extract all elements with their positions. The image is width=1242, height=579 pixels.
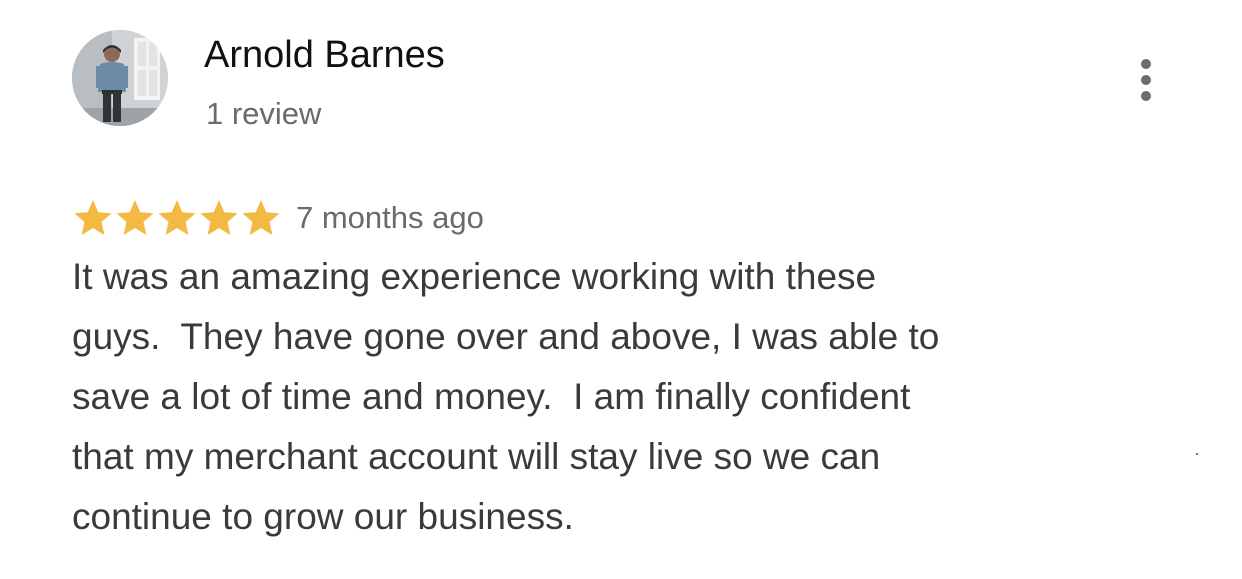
more-vertical-icon-dot	[1141, 91, 1151, 101]
review-card: Arnold Barnes 1 review 7 months ago It w…	[0, 0, 1242, 579]
review-date: 7 months ago	[296, 200, 484, 235]
review-text-line: It was an amazing experience working wit…	[72, 256, 877, 297]
review-text: It was an amazing experience working wit…	[72, 247, 1152, 547]
more-options-button[interactable]	[1126, 52, 1166, 108]
review-text-line: that my merchant account will stay live …	[72, 436, 881, 477]
star-icon	[242, 200, 280, 235]
reviewer-review-count[interactable]: 1 review	[206, 95, 321, 133]
more-vertical-icon	[1141, 59, 1151, 69]
review-text-line: guys. They have gone over and above, I w…	[72, 316, 940, 357]
reviewer-name[interactable]: Arnold Barnes	[204, 32, 445, 78]
artifact-dot	[1196, 453, 1198, 455]
star-icon	[116, 200, 154, 235]
rating-row: 7 months ago	[72, 193, 484, 243]
star-icon	[200, 200, 238, 235]
star-icon	[158, 200, 196, 235]
review-text-line: save a lot of time and money. I am final…	[72, 376, 911, 417]
avatar[interactable]	[72, 30, 168, 126]
star-icon	[74, 200, 112, 235]
user-photo-avatar-icon	[72, 30, 168, 126]
review-text-line: continue to grow our business.	[72, 496, 574, 537]
star-rating	[72, 197, 282, 239]
more-vertical-icon-dot	[1141, 75, 1151, 85]
